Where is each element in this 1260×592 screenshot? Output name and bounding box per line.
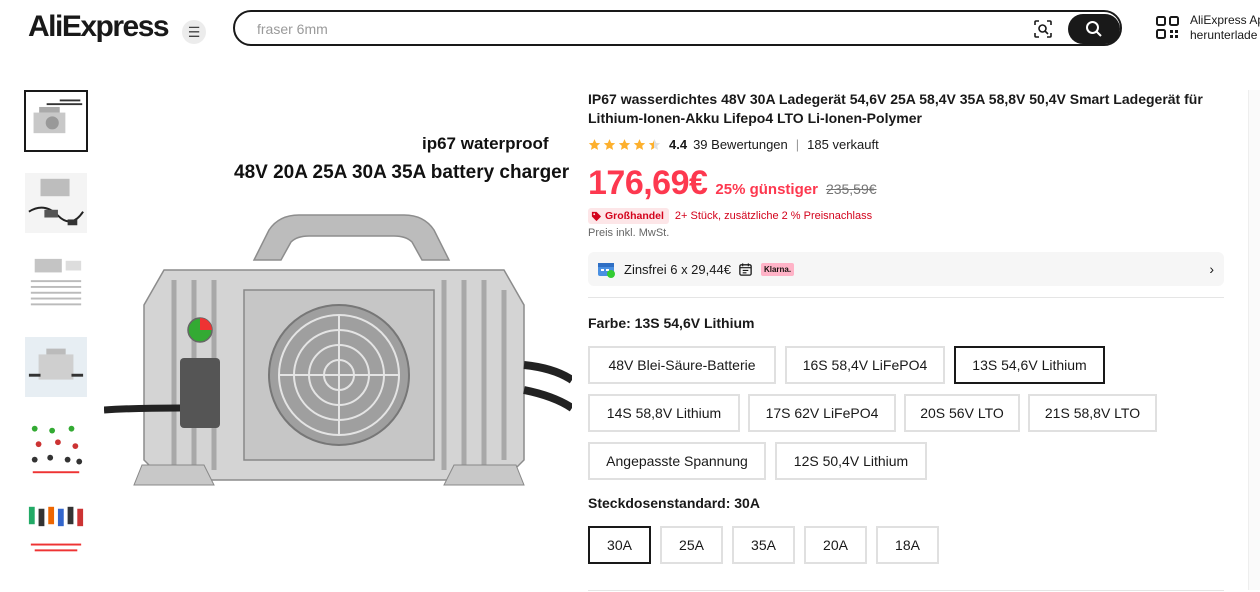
color-option-6[interactable]: 20S 56V LTO <box>904 394 1020 432</box>
original-price: 235,59€ <box>825 181 877 197</box>
bulk-text: 2+ Stück, zusätzliche 2 % Preisnachlass <box>674 210 873 222</box>
plug-option-18a[interactable]: 18A <box>876 526 939 564</box>
plug-option-30a[interactable]: 30A <box>588 526 651 564</box>
plug-option-25a[interactable]: 25A <box>660 526 723 564</box>
divider <box>588 590 1224 591</box>
qr-code-icon <box>1156 16 1179 39</box>
star-icon <box>588 138 601 150</box>
thumbnail-5[interactable] <box>24 418 88 480</box>
star-rating <box>588 138 661 151</box>
product-info: IP67 wasserdichtes 48V 30A Ladegerät 54,… <box>588 90 1228 564</box>
app-download-text: AliExpress Ap herunterlade <box>1190 13 1260 42</box>
color-option-3[interactable]: 13S 54,6V Lithium <box>954 346 1105 384</box>
bulk-discount: Großhandel 2+ Stück, zusätzliche 2 % Pre… <box>588 208 872 224</box>
charger-illustration <box>104 214 572 486</box>
search-button[interactable] <box>1068 14 1120 44</box>
separator: | <box>795 136 800 152</box>
color-option-8[interactable]: Angepasste Spannung <box>588 442 766 480</box>
image-search-icon[interactable] <box>1033 19 1053 39</box>
search-input[interactable] <box>257 18 1017 40</box>
price-row: 176,69€ 25% günstiger 235,59€ <box>588 164 877 203</box>
bulk-badge: Großhandel <box>588 208 669 224</box>
divider <box>588 297 1224 298</box>
color-option-7[interactable]: 21S 58,8V LTO <box>1028 394 1157 432</box>
tax-note: Preis inkl. MwSt. <box>588 227 670 239</box>
app-download-link[interactable]: AliExpress Ap herunterlade <box>1155 13 1260 47</box>
chevron-right-icon[interactable]: › <box>1209 261 1214 277</box>
product-title: IP67 wasserdichtes 48V 30A Ladegerät 54,… <box>588 91 1203 126</box>
color-label: Farbe: 13S 54,6V Lithium <box>588 315 755 331</box>
star-icon <box>618 138 631 150</box>
thumbnail-3[interactable] <box>24 254 88 316</box>
half-star-icon <box>648 138 661 150</box>
menu-icon[interactable]: ☰ <box>182 20 206 44</box>
rating-row: 4.4 39 Bewertungen | 185 verkauft <box>588 136 879 152</box>
thumbnail-4[interactable] <box>24 336 88 398</box>
star-icon <box>633 138 646 150</box>
tag-icon <box>591 211 602 221</box>
reviews-link[interactable]: 39 Bewertungen <box>693 137 788 152</box>
search-bar <box>233 10 1122 46</box>
thumbnail-1[interactable] <box>24 90 88 152</box>
plug-label: Steckdosenstandard: 30A <box>588 495 760 511</box>
star-icon <box>603 138 616 150</box>
installment-banner[interactable]: Zinsfrei 6 x 29,44€ Klarna. › <box>588 252 1224 286</box>
installment-text: Zinsfrei 6 x 29,44€ <box>624 261 731 277</box>
sold-count: 185 verkauft <box>807 136 879 152</box>
thumbnail-2[interactable] <box>24 172 88 234</box>
current-price: 176,69€ <box>588 164 708 202</box>
color-option-1[interactable]: 48V Blei-Säure-Batterie <box>588 346 776 384</box>
calendar-icon <box>598 263 615 278</box>
schedule-icon <box>739 262 752 276</box>
side-panel-edge <box>1248 90 1260 590</box>
rating-score: 4.4 <box>669 136 688 152</box>
thumbnail-6[interactable] <box>24 500 88 562</box>
plug-option-20a[interactable]: 20A <box>804 526 867 564</box>
color-option-2[interactable]: 16S 58,4V LiFePO4 <box>785 346 945 384</box>
main-product-image[interactable]: ip67 waterproof 48V 20A 25A 30A 35A batt… <box>104 90 572 550</box>
color-option-9[interactable]: 12S 50,4V Lithium <box>775 442 927 480</box>
aliexpress-logo[interactable]: AliExpress <box>28 10 170 44</box>
plug-option-35a[interactable]: 35A <box>732 526 795 564</box>
search-icon <box>1086 21 1102 37</box>
color-option-4[interactable]: 14S 58,8V Lithium <box>588 394 740 432</box>
color-option-5[interactable]: 17S 62V LiFePO4 <box>748 394 896 432</box>
header: AliExpress ☰ AliExpress Apherunterlade <box>0 0 1260 56</box>
discount-label: 25% günstiger <box>715 181 818 198</box>
klarna-logo: Klarna. <box>760 262 795 276</box>
